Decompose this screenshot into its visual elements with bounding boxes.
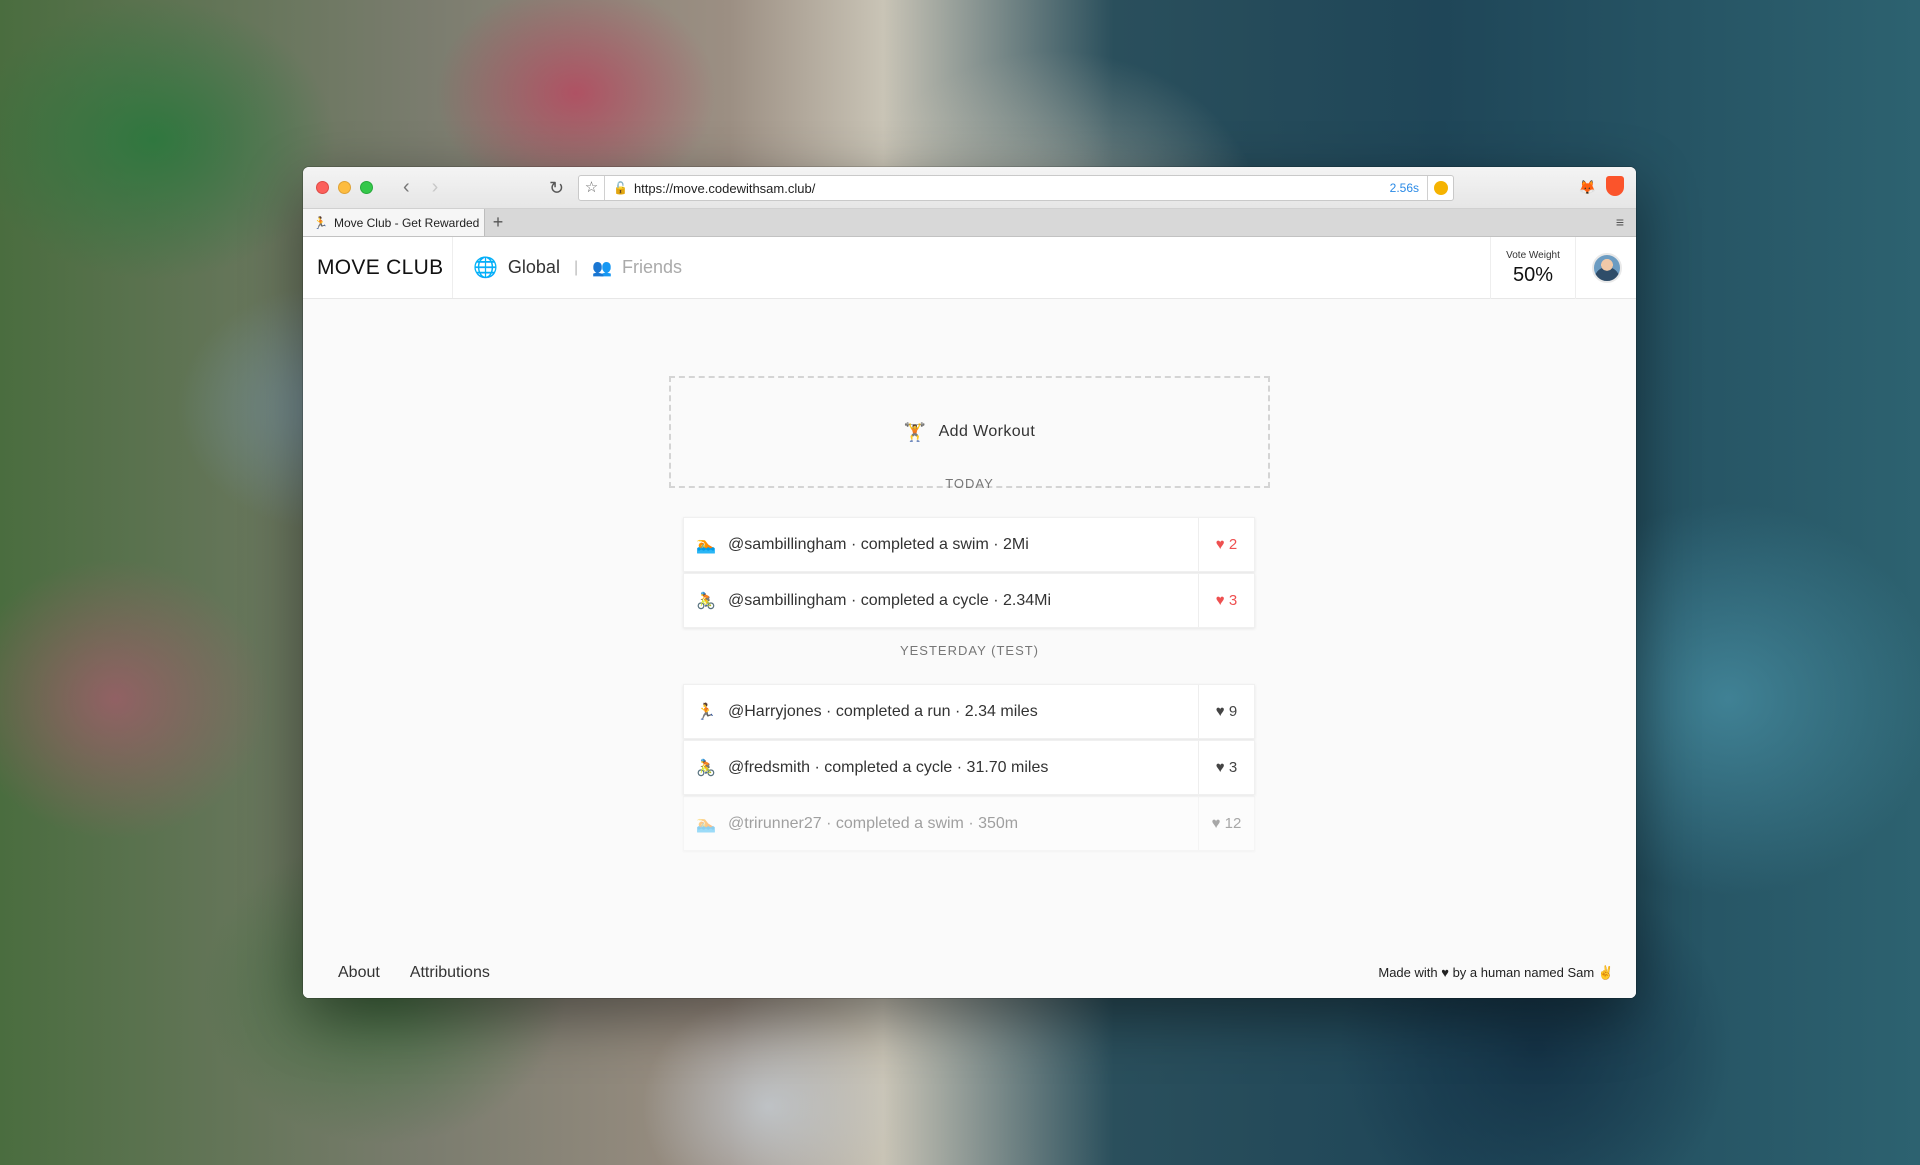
globe-icon: 🌐 xyxy=(473,257,498,279)
url-text[interactable]: https://move.codewithsam.club/ xyxy=(634,181,815,196)
made-with-credit: Made with ♥ by a human named Sam ✌ xyxy=(1378,965,1614,980)
brand-logo[interactable]: MOVE CLUB xyxy=(303,237,453,298)
add-workout-label: Add Workout xyxy=(938,423,1036,440)
add-workout-button[interactable]: 🏋 Add Workout xyxy=(669,376,1270,488)
back-arrow-icon[interactable]: ‹ xyxy=(403,176,410,199)
like-button[interactable]: ♥ 2 xyxy=(1198,518,1254,571)
nav-separator: | xyxy=(573,258,579,276)
metamask-fox-icon[interactable]: 🦊 xyxy=(1579,179,1596,196)
like-button[interactable]: ♥ 3 xyxy=(1198,574,1254,627)
avatar[interactable] xyxy=(1592,253,1622,283)
section-label-yesterday: YESTERDAY (TEST) xyxy=(899,643,1040,658)
swim-icon: 🏊 xyxy=(696,536,716,554)
tab-menu-icon[interactable]: ≡ xyxy=(1616,214,1624,230)
close-window-button[interactable] xyxy=(316,181,329,194)
run-icon: 🏃 xyxy=(696,703,716,721)
nav-global[interactable]: 🌐 Global xyxy=(473,237,560,298)
reload-icon[interactable]: ↻ xyxy=(549,178,564,199)
browser-toolbar: ‹ › ↻ ☆ 🔓 https://move.codewithsam.club/… xyxy=(303,167,1636,209)
feed-item-text: @sambillingham · completed a swim · 2Mi xyxy=(728,535,1029,553)
about-link[interactable]: About xyxy=(338,964,380,982)
browser-window: ‹ › ↻ ☆ 🔓 https://move.codewithsam.club/… xyxy=(303,167,1636,998)
friends-icon: 👥 xyxy=(592,259,613,277)
like-button[interactable]: ♥ 9 xyxy=(1198,685,1254,738)
app-header: MOVE CLUB 🌐 Global | 👥 Friends Vote Weig… xyxy=(303,237,1636,299)
like-button[interactable]: ♥ 12 xyxy=(1198,797,1254,850)
brave-lion-icon[interactable] xyxy=(1606,176,1624,196)
cycle-icon: 🚴 xyxy=(696,592,716,610)
feed-item[interactable]: 🚴 @fredsmith · completed a cycle · 31.70… xyxy=(683,740,1255,795)
bookmark-star-icon[interactable]: ☆ xyxy=(579,176,605,200)
feed-item-text: @Harryjones · completed a run · 2.34 mil… xyxy=(728,702,1038,720)
vote-weight-value: 50% xyxy=(1512,263,1554,286)
like-button[interactable]: ♥ 3 xyxy=(1198,741,1254,794)
nav-friends-label: Friends xyxy=(622,257,683,277)
attributions-link[interactable]: Attributions xyxy=(410,964,490,982)
forward-arrow-icon[interactable]: › xyxy=(432,176,439,199)
minimize-window-button[interactable] xyxy=(338,181,351,194)
section-label-today: TODAY xyxy=(945,476,994,491)
feed-item-text: @sambillingham · completed a cycle · 2.3… xyxy=(728,591,1052,609)
feed-item-text: @fredsmith · completed a cycle · 31.70 m… xyxy=(728,758,1049,776)
new-tab-button[interactable]: + xyxy=(485,209,511,236)
vote-weight-label: Vote Weight xyxy=(1506,249,1560,261)
feed-item[interactable]: 🏊 @trirunner27 · completed a swim · 350m… xyxy=(683,796,1255,851)
feed-item[interactable]: 🚴 @sambillingham · completed a cycle · 2… xyxy=(683,573,1255,628)
window-controls xyxy=(316,181,373,194)
tab-title: Move Club - Get Rewarded xyxy=(333,215,480,230)
tab-bar: 🏃 Move Club - Get Rewarded + ≡ xyxy=(303,209,1636,237)
address-bar[interactable]: ☆ 🔓 https://move.codewithsam.club/ 2.56s xyxy=(578,175,1454,201)
feed-item[interactable]: 🏊 @sambillingham · completed a swim · 2M… xyxy=(683,517,1255,572)
runner-favicon-icon: 🏃 xyxy=(313,215,328,230)
tab-move-club[interactable]: 🏃 Move Club - Get Rewarded xyxy=(303,209,485,236)
swim-icon: 🏊 xyxy=(696,815,716,833)
nav-global-label: Global xyxy=(507,257,560,277)
nav-friends[interactable]: 👥 Friends xyxy=(592,237,682,298)
feed-item-text: @trirunner27 · completed a swim · 350m xyxy=(728,814,1019,832)
feed-item[interactable]: 🏃 @Harryjones · completed a run · 2.34 m… xyxy=(683,684,1255,739)
maximize-window-button[interactable] xyxy=(360,181,373,194)
footer: About Attributions Made with ♥ by a huma… xyxy=(303,948,1636,998)
main-content: 🏋 Add Workout TODAY 🏊 @sambillingham · c… xyxy=(303,299,1636,998)
lock-icon: 🔓 xyxy=(613,181,628,195)
shield-icon[interactable] xyxy=(1427,176,1453,200)
vote-weight: Vote Weight 50% xyxy=(1490,237,1576,299)
dumbbell-icon: 🏋 xyxy=(903,421,927,442)
history-nav: ‹ › xyxy=(403,176,438,199)
cycle-icon: 🚴 xyxy=(696,759,716,777)
load-time: 2.56s xyxy=(1389,181,1419,195)
